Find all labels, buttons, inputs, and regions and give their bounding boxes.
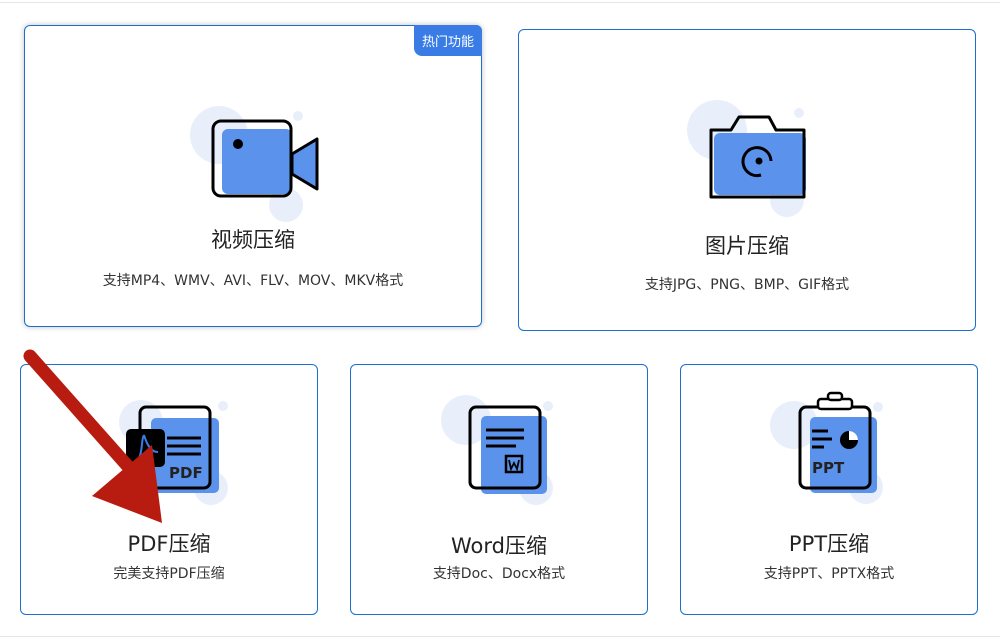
video-compress-card[interactable]: 热门功能 视频压缩 支持MP4、WMV、AVI、FLV、MOV、MKV格式 xyxy=(24,25,482,327)
word-document-icon xyxy=(436,390,566,515)
card-desc: 支持MP4、WMV、AVI、FLV、MOV、MKV格式 xyxy=(25,270,481,290)
card-title: 图片压缩 xyxy=(519,230,975,260)
card-title: PPT压缩 xyxy=(681,528,977,558)
camera-icon xyxy=(679,95,829,225)
word-compress-card[interactable]: Word压缩 支持Doc、Docx格式 xyxy=(350,364,648,615)
hot-badge: 热门功能 xyxy=(414,25,482,56)
top-divider xyxy=(0,2,1000,3)
pdf-document-icon: PDF xyxy=(111,390,241,515)
pdf-compress-card[interactable]: PDF PDF压缩 完美支持PDF压缩 xyxy=(20,364,318,615)
image-compress-card[interactable]: 图片压缩 支持JPG、PNG、BMP、GIF格式 xyxy=(518,29,976,331)
card-desc: 支持PPT、PPTX格式 xyxy=(681,563,977,583)
card-title: PDF压缩 xyxy=(21,528,317,558)
card-title: Word压缩 xyxy=(351,530,647,560)
ppt-clipboard-icon: PPT xyxy=(766,385,896,515)
card-desc: 支持Doc、Docx格式 xyxy=(351,563,647,583)
card-title: 视频压缩 xyxy=(25,224,481,254)
video-camera-icon xyxy=(180,96,330,226)
pdf-icon-text: PDF xyxy=(169,464,203,482)
card-desc: 完美支持PDF压缩 xyxy=(21,563,317,583)
card-desc: 支持JPG、PNG、BMP、GIF格式 xyxy=(519,274,975,294)
ppt-compress-card[interactable]: PPT PPT压缩 支持PPT、PPTX格式 xyxy=(680,364,978,615)
ppt-icon-text: PPT xyxy=(812,459,845,477)
bottom-divider xyxy=(0,636,1000,637)
